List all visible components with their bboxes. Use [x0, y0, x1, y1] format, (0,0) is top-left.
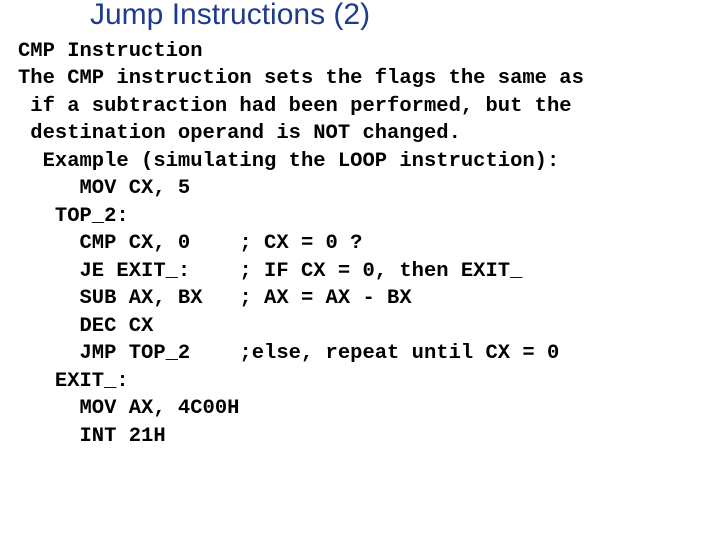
code-line: CMP Instruction — [18, 38, 720, 65]
code-line: Example (simulating the LOOP instruction… — [18, 148, 720, 175]
code-line: INT 21H — [18, 423, 720, 450]
code-line: DEC CX — [18, 313, 720, 340]
code-line: SUB AX, BX ; AX = AX - BX — [18, 285, 720, 312]
code-line: TOP_2: — [18, 203, 720, 230]
code-line: MOV AX, 4C00H — [18, 395, 720, 422]
code-line: if a subtraction had been performed, but… — [18, 93, 720, 120]
slide-container: Jump Instructions (2) CMP Instruction Th… — [0, 0, 720, 450]
code-line: MOV CX, 5 — [18, 175, 720, 202]
code-line: EXIT_: — [18, 368, 720, 395]
code-line: The CMP instruction sets the flags the s… — [18, 65, 720, 92]
slide-title: Jump Instructions (2) — [0, 0, 720, 30]
code-line: destination operand is NOT changed. — [18, 120, 720, 147]
slide-content: CMP Instruction The CMP instruction sets… — [0, 30, 720, 450]
code-line: JMP TOP_2 ;else, repeat until CX = 0 — [18, 340, 720, 367]
code-line: JE EXIT_: ; IF CX = 0, then EXIT_ — [18, 258, 720, 285]
code-line: CMP CX, 0 ; CX = 0 ? — [18, 230, 720, 257]
